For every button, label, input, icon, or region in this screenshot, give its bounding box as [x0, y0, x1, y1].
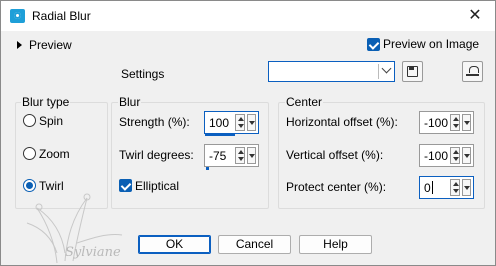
- window-title: Radial Blur: [32, 9, 91, 23]
- blur-type-title: Blur type: [21, 95, 71, 109]
- help-button[interactable]: Help: [299, 235, 372, 254]
- horizontal-spin-arrows[interactable]: [450, 114, 460, 131]
- twirl-slider-indicator: [206, 167, 209, 170]
- vertical-offset-stepper[interactable]: -100: [419, 144, 474, 167]
- title-bar: Radial Blur ✕: [1, 1, 495, 31]
- vertical-offset-label: Vertical offset (%):: [286, 148, 384, 162]
- combo-divider: [378, 64, 379, 79]
- strength-label: Strength (%):: [119, 115, 190, 129]
- app-icon: [10, 9, 25, 23]
- preview-toggle[interactable]: Preview: [14, 38, 74, 54]
- strength-slider-bar: [205, 134, 235, 136]
- cancel-button[interactable]: Cancel: [218, 235, 291, 254]
- save-preset-button[interactable]: [402, 61, 423, 82]
- save-icon: [407, 66, 418, 77]
- protect-center-value: 0: [424, 181, 431, 195]
- horizontal-offset-stepper[interactable]: -100: [419, 111, 474, 134]
- radio-twirl[interactable]: [23, 179, 36, 192]
- center-title: Center: [285, 95, 324, 109]
- twirl-degrees-value: -75: [209, 149, 227, 163]
- preview-on-image-checkbox[interactable]: [367, 38, 380, 51]
- horizontal-offset-value: -100: [424, 116, 449, 130]
- twirl-degrees-stepper[interactable]: -75: [204, 144, 259, 170]
- text-caret: [432, 181, 433, 194]
- radio-zoom-label: Zoom: [39, 147, 70, 161]
- horizontal-offset-label: Horizontal offset (%):: [286, 115, 398, 129]
- close-icon[interactable]: ✕: [463, 5, 487, 27]
- blur-title: Blur: [118, 95, 142, 109]
- vertical-spin-arrows[interactable]: [450, 147, 460, 164]
- elliptical-checkbox[interactable]: [119, 179, 132, 192]
- strength-stepper[interactable]: 100: [204, 111, 259, 136]
- radial-blur-dialog: Radial Blur ✕ Preview Preview on Image S…: [0, 0, 496, 266]
- reset-icon: [466, 66, 479, 77]
- twirl-dropdown-icon[interactable]: [247, 147, 256, 164]
- reset-default-button[interactable]: [462, 61, 483, 82]
- twirl-spin-arrows[interactable]: [235, 147, 245, 164]
- protect-center-label: Protect center (%):: [286, 180, 387, 194]
- strength-value: 100: [209, 116, 230, 130]
- settings-preset-combo[interactable]: [268, 61, 395, 82]
- protect-dropdown-icon[interactable]: [462, 179, 471, 196]
- radio-spin[interactable]: [23, 114, 36, 127]
- twirl-degrees-label: Twirl degrees:: [119, 148, 194, 162]
- strength-dropdown-icon[interactable]: [247, 114, 256, 131]
- radio-twirl-label: Twirl: [39, 179, 64, 193]
- elliptical-label: Elliptical: [135, 179, 180, 193]
- settings-label: Settings: [121, 67, 165, 81]
- vertical-dropdown-icon[interactable]: [462, 147, 471, 164]
- strength-spin-arrows[interactable]: [235, 114, 245, 131]
- protect-center-stepper[interactable]: 0: [419, 176, 474, 199]
- horizontal-dropdown-icon[interactable]: [462, 114, 471, 131]
- watermark-text: Sylviane: [65, 245, 121, 260]
- vertical-offset-value: -100: [424, 149, 449, 163]
- protect-spin-arrows[interactable]: [450, 179, 460, 196]
- radio-zoom[interactable]: [23, 147, 36, 160]
- preview-on-image-label: Preview on Image: [383, 37, 480, 51]
- ok-button[interactable]: OK: [138, 235, 211, 254]
- radio-spin-label: Spin: [39, 114, 64, 128]
- preview-label: Preview: [29, 38, 72, 52]
- chevron-down-icon: [381, 63, 392, 74]
- expand-arrow-icon: [17, 41, 22, 49]
